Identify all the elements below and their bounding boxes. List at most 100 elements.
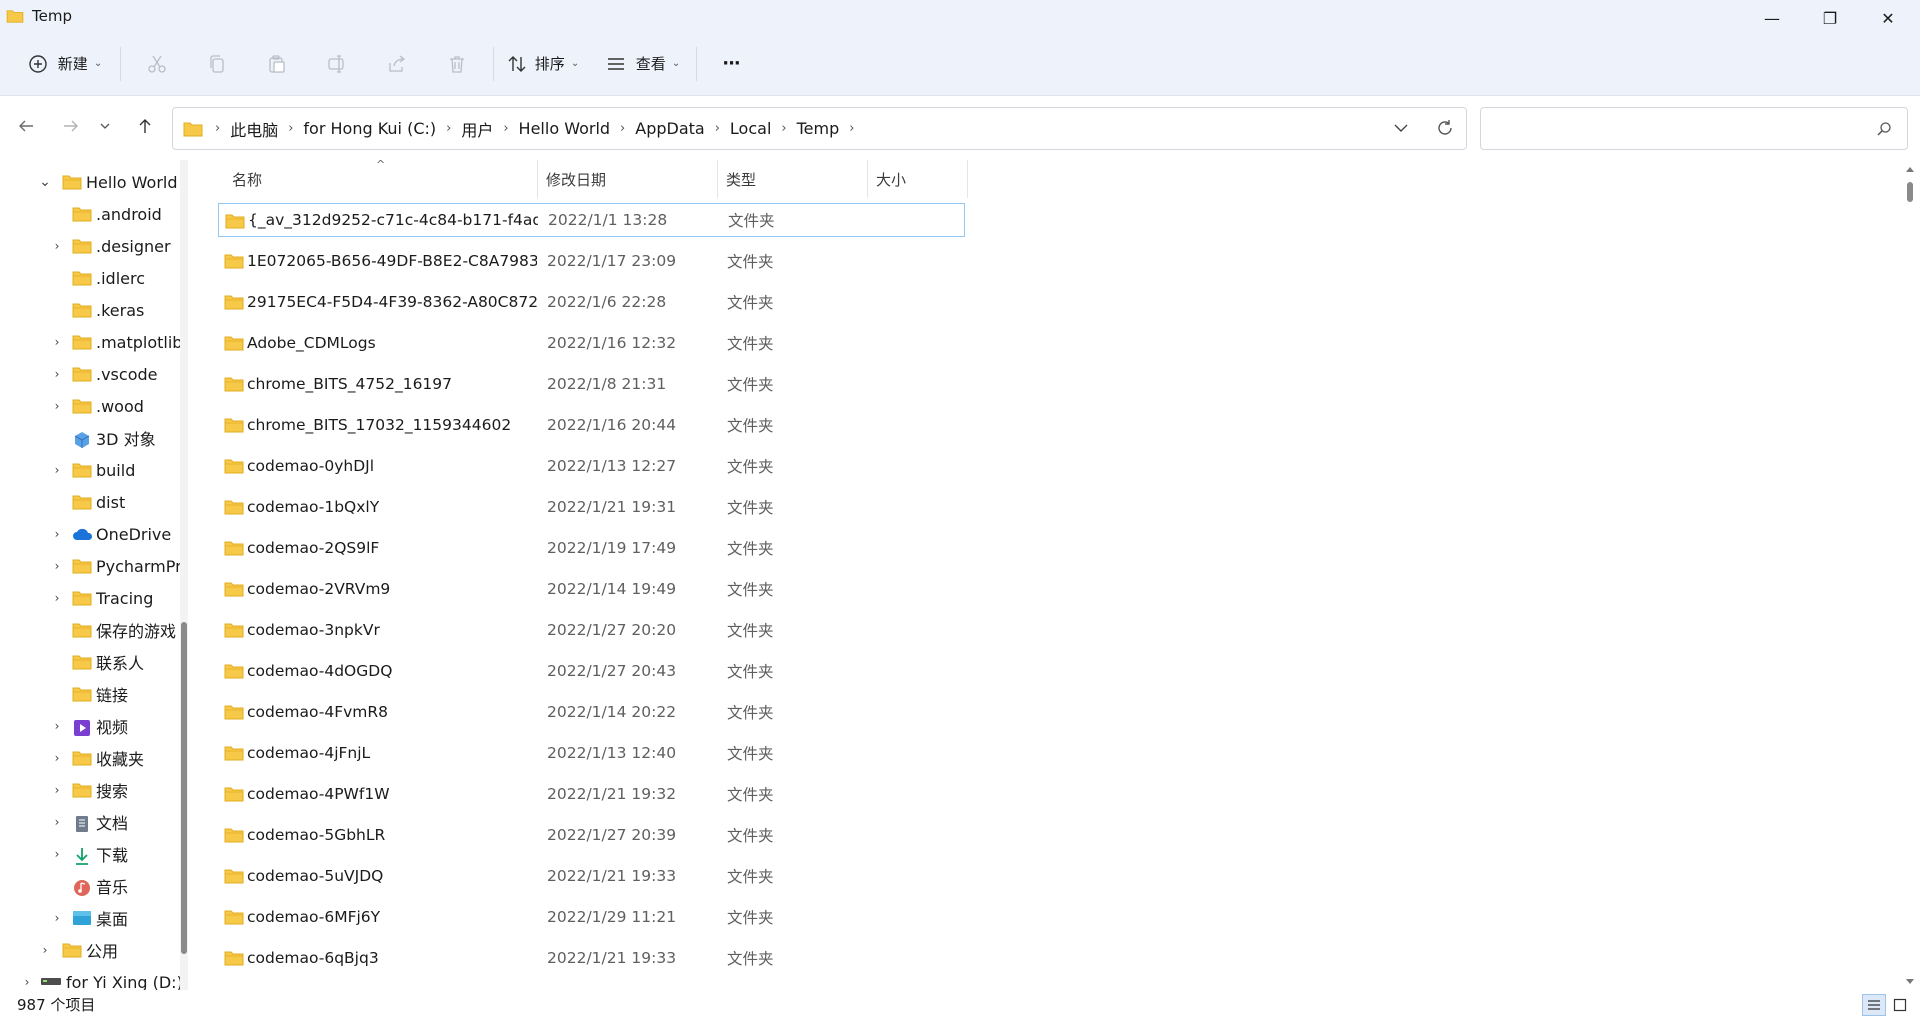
details-view-button[interactable] [1862, 994, 1886, 1016]
tiles-view-button[interactable] [1888, 994, 1912, 1016]
file-row[interactable]: codemao-5uVJDQ 2022/1/21 19:33 文件夹 [218, 859, 965, 893]
file-row[interactable]: 1E072065-B656-49DF-B8E2-C8A7983... 2022/1… [218, 244, 965, 278]
nav-tree-item[interactable]: ⌄ Hello World [0, 166, 180, 198]
forward-button[interactable] [56, 111, 86, 141]
copy-button[interactable] [187, 44, 247, 84]
share-button[interactable] [367, 44, 427, 84]
nav-tree-item[interactable]: › 文档 [0, 806, 180, 838]
view-button[interactable]: 查看 ⌄ [596, 44, 690, 84]
nav-tree-item[interactable]: › .vscode [0, 358, 180, 390]
breadcrumb-separator[interactable]: › [843, 121, 860, 136]
file-row[interactable]: codemao-6MFj6Y 2022/1/29 11:21 文件夹 [218, 900, 965, 934]
cut-button[interactable] [127, 44, 187, 84]
file-row[interactable]: codemao-2VRVm9 2022/1/14 19:49 文件夹 [218, 572, 965, 606]
nav-tree-item[interactable]: 保存的游戏 [0, 614, 180, 646]
address-history-button[interactable] [1393, 120, 1409, 140]
sort-button[interactable]: 排序 ⌄ [500, 44, 586, 84]
nav-scrollbar-thumb[interactable] [181, 622, 187, 954]
rename-button[interactable] [307, 44, 367, 84]
expand-chevron-down-icon[interactable]: ⌄ [38, 174, 52, 190]
nav-tree-item[interactable]: .keras [0, 294, 180, 326]
close-button[interactable]: ✕ [1858, 0, 1918, 36]
nav-tree-item[interactable]: › .matplotlib [0, 326, 180, 358]
file-row[interactable]: chrome_BITS_4752_16197 2022/1/8 21:31 文件夹 [218, 367, 965, 401]
file-row[interactable]: codemao-3npkVr 2022/1/27 20:20 文件夹 [218, 613, 965, 647]
expand-chevron-right-icon[interactable]: › [50, 367, 64, 381]
paste-button[interactable] [247, 44, 307, 84]
column-header-size[interactable]: 大小 [868, 160, 968, 198]
nav-tree-item[interactable]: 链接 [0, 678, 180, 710]
expand-chevron-right-icon[interactable]: › [50, 847, 64, 861]
file-row[interactable]: codemao-5GbhLR 2022/1/27 20:39 文件夹 [218, 818, 965, 852]
expand-chevron-right-icon[interactable]: › [50, 559, 64, 573]
address-bar[interactable]: › 此电脑 › for Hong Kui (C:) › 用户 › Hello W… [172, 107, 1467, 150]
nav-tree-item[interactable]: › build [0, 454, 180, 486]
new-button[interactable]: 新建 ⌄ [24, 44, 106, 84]
up-button[interactable] [130, 111, 160, 141]
file-row[interactable]: codemao-1bQxlY 2022/1/21 19:31 文件夹 [218, 490, 965, 524]
breadcrumb-item-users[interactable]: 用户 [457, 117, 497, 141]
expand-chevron-right-icon[interactable]: › [50, 815, 64, 829]
file-row[interactable]: codemao-4dOGDQ 2022/1/27 20:43 文件夹 [218, 654, 965, 688]
file-row[interactable]: codemao-4PWf1W 2022/1/21 19:32 文件夹 [218, 777, 965, 811]
column-header-type[interactable]: 类型 [718, 160, 868, 198]
nav-tree-item[interactable]: › Tracing [0, 582, 180, 614]
nav-tree-item[interactable]: › 桌面 [0, 902, 180, 934]
expand-chevron-right-icon[interactable]: › [50, 527, 64, 541]
file-list-scrollbar[interactable] [1900, 160, 1920, 990]
file-row[interactable]: 29175EC4-F5D4-4F39-8362-A80C872... 2022/1… [218, 285, 965, 319]
back-button[interactable] [11, 111, 41, 141]
nav-tree-item[interactable]: dist [0, 486, 180, 518]
expand-chevron-right-icon[interactable]: › [50, 911, 64, 925]
file-row[interactable]: chrome_BITS_17032_1159344602 2022/1/16 20… [218, 408, 965, 442]
breadcrumb-item-drive-c[interactable]: for Hong Kui (C:) [299, 119, 440, 138]
nav-tree-item[interactable]: › 搜索 [0, 774, 180, 806]
delete-button[interactable] [427, 44, 487, 84]
file-row[interactable]: Adobe_CDMLogs 2022/1/16 12:32 文件夹 [218, 326, 965, 360]
nav-tree-item[interactable]: › 视频 [0, 710, 180, 742]
search-box[interactable] [1480, 107, 1908, 150]
expand-chevron-right-icon[interactable]: › [20, 975, 34, 989]
nav-tree-item[interactable]: › PycharmPr [0, 550, 180, 582]
search-input[interactable] [1491, 116, 1851, 142]
expand-chevron-right-icon[interactable]: › [38, 943, 52, 957]
breadcrumb-item-temp[interactable]: Temp [793, 119, 844, 138]
scrollbar-thumb[interactable] [1907, 182, 1913, 202]
expand-chevron-right-icon[interactable]: › [50, 399, 64, 413]
recent-locations-button[interactable] [94, 111, 116, 141]
nav-tree-item[interactable]: 3D 对象 [0, 422, 180, 454]
file-row[interactable]: codemao-2QS9lF 2022/1/19 17:49 文件夹 [218, 531, 965, 565]
expand-chevron-right-icon[interactable]: › [50, 751, 64, 765]
file-row[interactable]: {_av_312d9252-c71c-4c84-b171-f4ad... 2022… [218, 203, 965, 237]
file-row[interactable]: codemao-6qBjq3 2022/1/21 19:33 文件夹 [218, 941, 965, 975]
minimize-button[interactable]: — [1742, 0, 1802, 36]
nav-tree-item[interactable]: 联系人 [0, 646, 180, 678]
nav-tree-item[interactable]: › .designer [0, 230, 180, 262]
file-row[interactable]: codemao-4FvmR8 2022/1/14 20:22 文件夹 [218, 695, 965, 729]
more-options-button[interactable]: ··· [703, 44, 759, 84]
breadcrumb-item-appdata[interactable]: AppData [631, 119, 708, 138]
column-header-date[interactable]: 修改日期 [538, 160, 718, 198]
search-icon[interactable] [1876, 121, 1892, 137]
expand-chevron-right-icon[interactable]: › [50, 239, 64, 253]
column-header-name[interactable]: 名称 ^ [218, 158, 538, 198]
breadcrumb-item-local[interactable]: Local [726, 119, 775, 138]
nav-tree-item[interactable]: › 下载 [0, 838, 180, 870]
expand-chevron-right-icon[interactable]: › [50, 783, 64, 797]
file-row[interactable]: codemao-4jFnjL 2022/1/13 12:40 文件夹 [218, 736, 965, 770]
nav-tree-item[interactable]: .android [0, 198, 180, 230]
breadcrumb-item-this-pc[interactable]: 此电脑 [226, 117, 282, 141]
nav-tree-item[interactable]: › for Yi Xing (D:) [0, 966, 180, 991]
expand-chevron-right-icon[interactable]: › [50, 335, 64, 349]
nav-tree-item[interactable]: 音乐 [0, 870, 180, 902]
expand-chevron-right-icon[interactable]: › [50, 591, 64, 605]
breadcrumb-item-hello-world[interactable]: Hello World [515, 119, 615, 138]
expand-chevron-right-icon[interactable]: › [50, 719, 64, 733]
nav-tree-item[interactable]: › 公用 [0, 934, 180, 966]
file-row[interactable]: codemao-0yhDJl 2022/1/13 12:27 文件夹 [218, 449, 965, 483]
scroll-up-arrow-icon[interactable] [1905, 165, 1915, 173]
nav-tree-item[interactable]: › .wood [0, 390, 180, 422]
nav-tree-item[interactable]: › OneDrive [0, 518, 180, 550]
expand-chevron-right-icon[interactable]: › [50, 463, 64, 477]
nav-tree-item[interactable]: › 收藏夹 [0, 742, 180, 774]
